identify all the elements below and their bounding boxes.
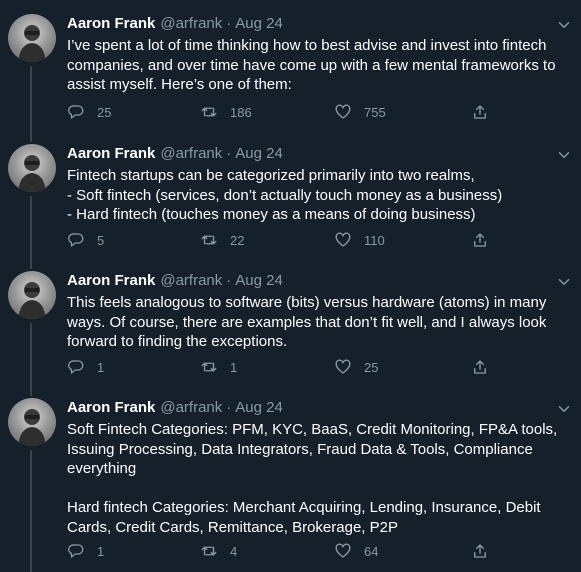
tweet[interactable]: Aaron Frank @arfrank · Aug 24 Soft Fintech … [0, 384, 581, 572]
avatar[interactable] [8, 144, 56, 192]
reply-count: 25 [97, 104, 112, 120]
author-handle[interactable]: @arfrank [160, 15, 222, 32]
reply-count: 1 [97, 359, 105, 375]
separator-dot: · [226, 145, 232, 162]
retweet-icon [200, 103, 218, 121]
like-button[interactable]: 25 [334, 357, 378, 377]
share-button[interactable] [471, 357, 489, 377]
like-icon [334, 542, 352, 560]
reply-icon [67, 358, 85, 376]
share-icon [471, 103, 489, 121]
like-button[interactable]: 110 [334, 230, 385, 250]
tweet-text: This feels analogous to software (bits) … [67, 294, 547, 350]
reply-button[interactable]: 1 [67, 541, 104, 561]
retweet-button[interactable]: 186 [200, 102, 252, 122]
tweet-date[interactable]: Aug 24 [235, 145, 283, 162]
tweet-text: I’ve spent a lot of time thinking how to… [67, 37, 556, 93]
reply-icon [67, 542, 85, 560]
reply-count: 5 [97, 232, 105, 248]
tweet-text: Soft Fintech Categories: PFM, KYC, BaaS,… [67, 421, 558, 536]
chevron-down-icon[interactable] [555, 273, 573, 291]
share-icon [471, 358, 489, 376]
tweet-date[interactable]: Aug 24 [235, 399, 283, 416]
tweet[interactable]: Aaron Frank @arfrank · Aug 24 I’ve spent a … [0, 0, 581, 130]
retweet-button[interactable]: 1 [200, 357, 237, 377]
share-icon [471, 542, 489, 560]
tweet-actions: 1 1 25 [67, 357, 507, 377]
retweet-button[interactable]: 22 [200, 230, 244, 250]
chevron-down-icon[interactable] [555, 146, 573, 164]
author-handle[interactable]: @arfrank [160, 272, 222, 289]
like-button[interactable]: 755 [334, 102, 386, 122]
tweet-actions: 25 186 755 [67, 102, 507, 122]
tweet-text: Fintech startups can be categorized prim… [67, 167, 503, 223]
retweet-count: 22 [230, 232, 245, 248]
like-count: 110 [364, 232, 385, 248]
separator-dot: · [226, 399, 232, 416]
like-icon [334, 231, 352, 249]
share-icon [471, 231, 489, 249]
author-name[interactable]: Aaron Frank [67, 15, 155, 32]
tweet-date[interactable]: Aug 24 [235, 15, 283, 32]
tweet-header: Aaron Frank @arfrank · Aug 24 [67, 271, 283, 291]
tweet[interactable]: Aaron Frank @arfrank · Aug 24 This feels an… [0, 257, 581, 384]
share-button[interactable] [471, 541, 489, 561]
tweet-header: Aaron Frank @arfrank · Aug 24 [67, 14, 283, 34]
retweet-count: 4 [230, 543, 238, 559]
chevron-down-icon[interactable] [555, 16, 573, 34]
avatar[interactable] [8, 14, 56, 62]
chevron-down-icon[interactable] [555, 400, 573, 418]
tweet-date[interactable]: Aug 24 [235, 272, 283, 289]
retweet-button[interactable]: 4 [200, 541, 237, 561]
share-button[interactable] [471, 230, 489, 250]
author-name[interactable]: Aaron Frank [67, 399, 155, 416]
retweet-count: 186 [230, 104, 252, 120]
like-icon [334, 103, 352, 121]
like-count: 25 [364, 359, 379, 375]
reply-icon [67, 231, 85, 249]
reply-icon [67, 103, 85, 121]
reply-button[interactable]: 25 [67, 102, 111, 122]
reply-count: 1 [97, 543, 105, 559]
tweet-actions: 1 4 64 [67, 541, 507, 561]
tweet-header: Aaron Frank @arfrank · Aug 24 [67, 398, 283, 418]
tweet-actions: 5 22 110 [67, 230, 507, 250]
tweet-header: Aaron Frank @arfrank · Aug 24 [67, 144, 283, 164]
tweet[interactable]: Aaron Frank @arfrank · Aug 24 Fintech start… [0, 130, 581, 257]
like-button[interactable]: 64 [334, 541, 378, 561]
reply-button[interactable]: 1 [67, 357, 104, 377]
separator-dot: · [226, 272, 232, 289]
reply-button[interactable]: 5 [67, 230, 104, 250]
author-handle[interactable]: @arfrank [160, 145, 222, 162]
like-count: 64 [364, 543, 379, 559]
like-icon [334, 358, 352, 376]
avatar[interactable] [8, 271, 56, 319]
separator-dot: · [226, 15, 232, 32]
retweet-icon [200, 542, 218, 560]
like-count: 755 [364, 104, 386, 120]
retweet-icon [200, 358, 218, 376]
author-handle[interactable]: @arfrank [160, 399, 222, 416]
retweet-icon [200, 231, 218, 249]
author-name[interactable]: Aaron Frank [67, 145, 155, 162]
author-name[interactable]: Aaron Frank [67, 272, 155, 289]
share-button[interactable] [471, 102, 489, 122]
avatar[interactable] [8, 398, 56, 446]
retweet-count: 1 [230, 359, 238, 375]
